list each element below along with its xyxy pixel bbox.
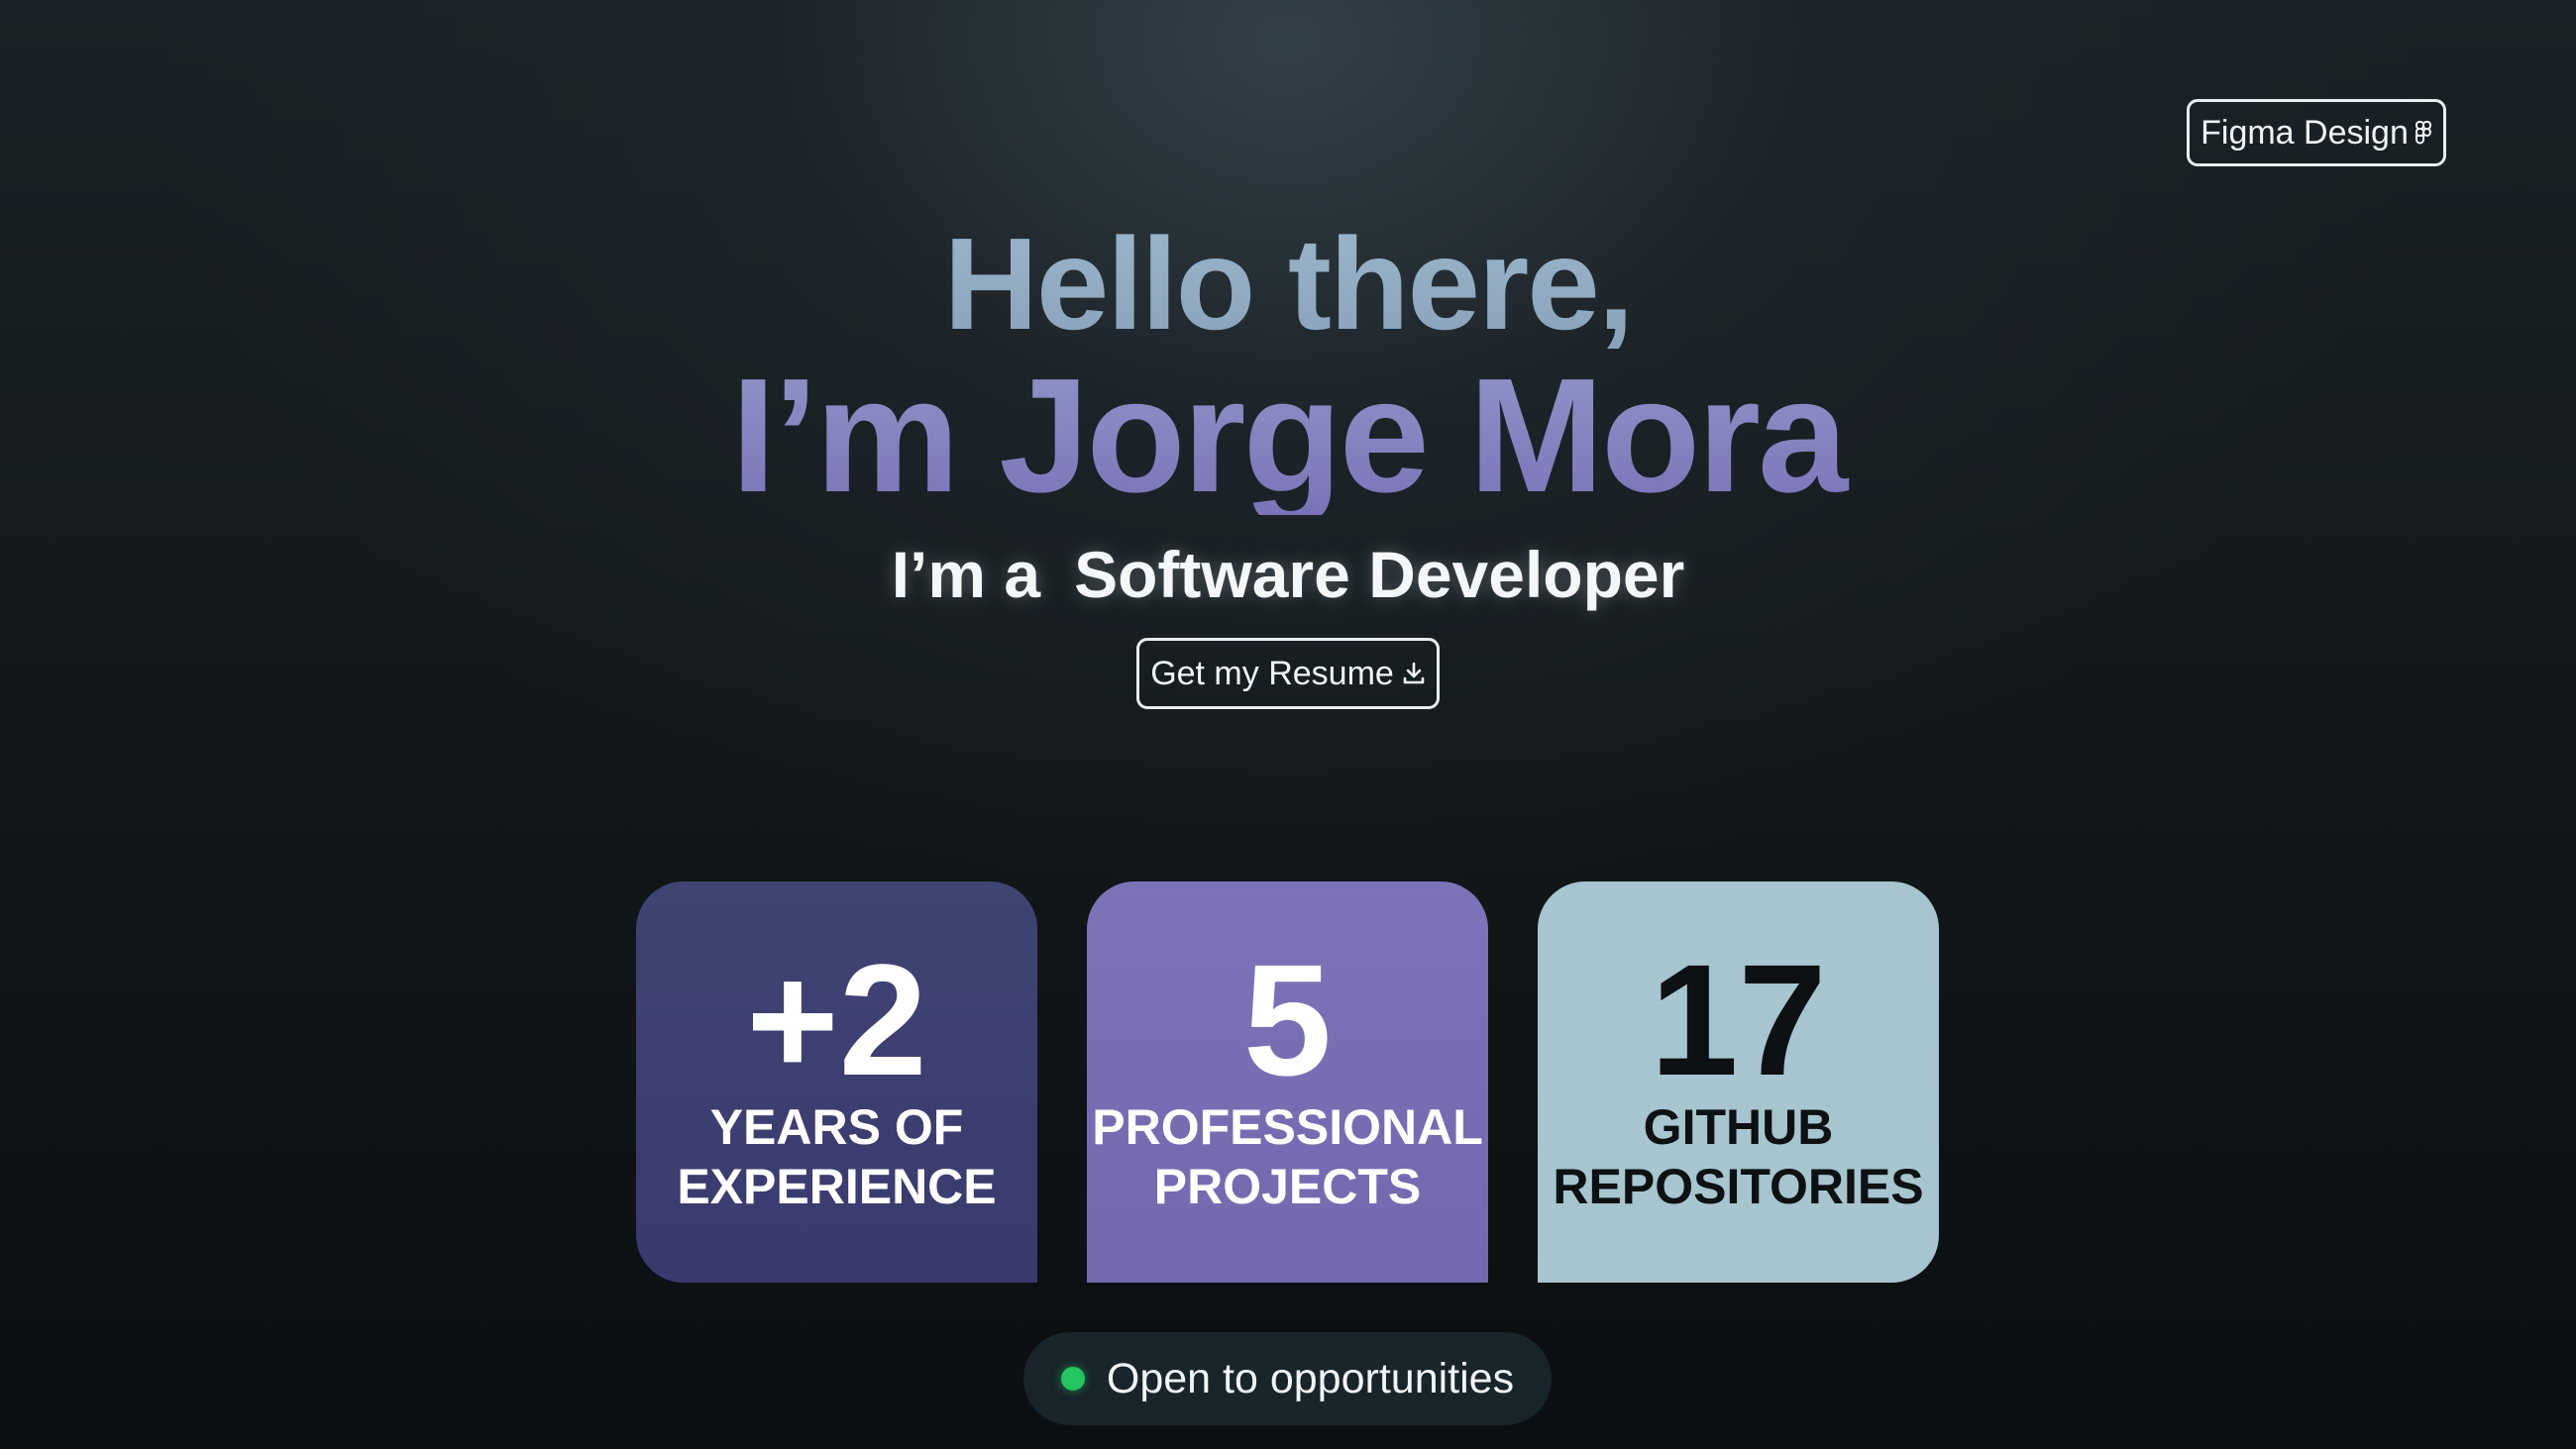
get-resume-button[interactable]: Get my Resume — [1136, 638, 1440, 709]
stat-label-line1: PROFESSIONAL — [1092, 1099, 1483, 1155]
stat-label: GITHUB REPOSITORIES — [1538, 1097, 1939, 1216]
stat-value: +2 — [746, 931, 927, 1108]
stat-label: YEARS OF EXPERIENCE — [636, 1097, 1037, 1216]
role-prefix: I’m a — [891, 538, 1041, 611]
greeting-heading: Hello there, — [0, 219, 2576, 350]
stat-label-line2: PROJECTS — [1153, 1159, 1422, 1214]
stat-label-line1: GITHUB — [1643, 1099, 1834, 1155]
stat-label-line2: REPOSITORIES — [1553, 1159, 1924, 1214]
availability-label: Open to opportunities — [1106, 1354, 1515, 1402]
stat-value: 5 — [1243, 931, 1332, 1108]
figma-icon — [2415, 120, 2432, 146]
resume-label: Get my Resume — [1150, 654, 1394, 692]
figma-design-button[interactable]: Figma Design — [2187, 99, 2446, 166]
role-subtitle: I’m a Software Developer — [0, 535, 2576, 614]
stat-card-experience: +2 YEARS OF EXPERIENCE — [636, 881, 1037, 1283]
figma-label: Figma Design — [2200, 113, 2409, 152]
stat-label: PROFESSIONAL PROJECTS — [1087, 1097, 1488, 1216]
status-indicator-icon — [1060, 1367, 1085, 1391]
stat-card-repositories: 17 GITHUB REPOSITORIES — [1538, 881, 1939, 1283]
stat-value: 17 — [1650, 931, 1827, 1108]
name-heading: I’m Jorge Mora — [0, 355, 2576, 517]
stat-label-line2: EXPERIENCE — [677, 1159, 997, 1214]
availability-badge: Open to opportunities — [1023, 1332, 1552, 1425]
download-icon — [1402, 661, 1426, 686]
stat-card-projects: 5 PROFESSIONAL PROJECTS — [1087, 881, 1488, 1283]
role-title: Software Developer — [1074, 538, 1685, 611]
stat-label-line1: YEARS OF — [709, 1099, 964, 1155]
